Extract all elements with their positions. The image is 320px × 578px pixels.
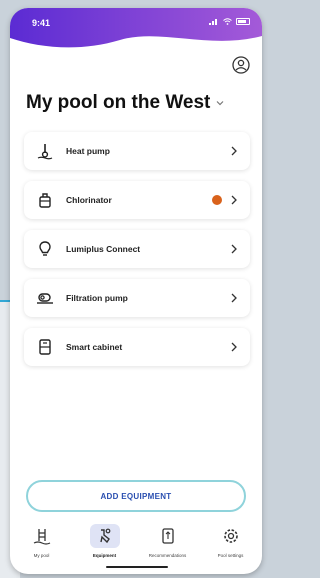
status-indicator-dot <box>212 195 222 205</box>
recommendations-icon <box>154 524 182 548</box>
equipment-label: Smart cabinet <box>66 342 123 352</box>
thermometer-icon <box>36 142 54 160</box>
phone-screen: 9:41 My pool on the West Heat pump Chlor… <box>10 8 262 574</box>
equipment-item-heat-pump[interactable]: Heat pump <box>24 132 250 170</box>
tab-label: Equipment <box>92 553 117 558</box>
tab-my-pool[interactable]: My pool <box>10 522 73 574</box>
status-icons <box>209 18 250 25</box>
lightbulb-icon <box>36 240 54 258</box>
pool-ladder-icon <box>28 524 56 548</box>
equipment-item-lumiplus-connect[interactable]: Lumiplus Connect <box>24 230 250 268</box>
cabinet-icon <box>36 338 54 356</box>
equipment-item-filtration-pump[interactable]: Filtration pump <box>24 279 250 317</box>
add-equipment-button[interactable]: ADD EQUIPMENT <box>26 480 246 512</box>
profile-icon[interactable] <box>232 56 250 74</box>
signal-icon <box>209 19 217 25</box>
pool-selector[interactable]: My pool on the West <box>26 92 224 114</box>
equipment-label: Chlorinator <box>66 195 112 205</box>
tab-pool-settings[interactable]: Pool settings <box>199 522 262 574</box>
chevron-right-icon <box>231 195 237 205</box>
equipment-item-smart-cabinet[interactable]: Smart cabinet <box>24 328 250 366</box>
equipment-label: Lumiplus Connect <box>66 244 141 254</box>
chevron-right-icon <box>231 342 237 352</box>
equipment-label: Heat pump <box>66 146 110 156</box>
battery-icon <box>236 18 250 25</box>
chevron-right-icon <box>231 146 237 156</box>
tab-label: My pool <box>33 553 50 558</box>
chevron-down-icon <box>216 101 224 106</box>
pump-icon <box>36 289 54 307</box>
tab-label: Recommendations <box>148 553 187 558</box>
equipment-list: Heat pump Chlorinator Lumiplus Connect F… <box>24 132 250 377</box>
chlorinator-icon <box>36 191 54 209</box>
equipment-icon <box>89 524 120 548</box>
equipment-label: Filtration pump <box>66 293 128 303</box>
status-time: 9:41 <box>32 18 51 28</box>
chevron-right-icon <box>231 293 237 303</box>
equipment-item-chlorinator[interactable]: Chlorinator <box>24 181 250 219</box>
wifi-icon <box>223 18 232 25</box>
header-wave <box>10 8 262 48</box>
gear-icon <box>217 524 245 548</box>
home-indicator <box>106 566 168 568</box>
chevron-right-icon <box>231 244 237 254</box>
status-bar: 9:41 <box>10 8 262 52</box>
page-title: My pool on the West <box>26 92 211 113</box>
tab-label: Pool settings <box>217 553 244 558</box>
